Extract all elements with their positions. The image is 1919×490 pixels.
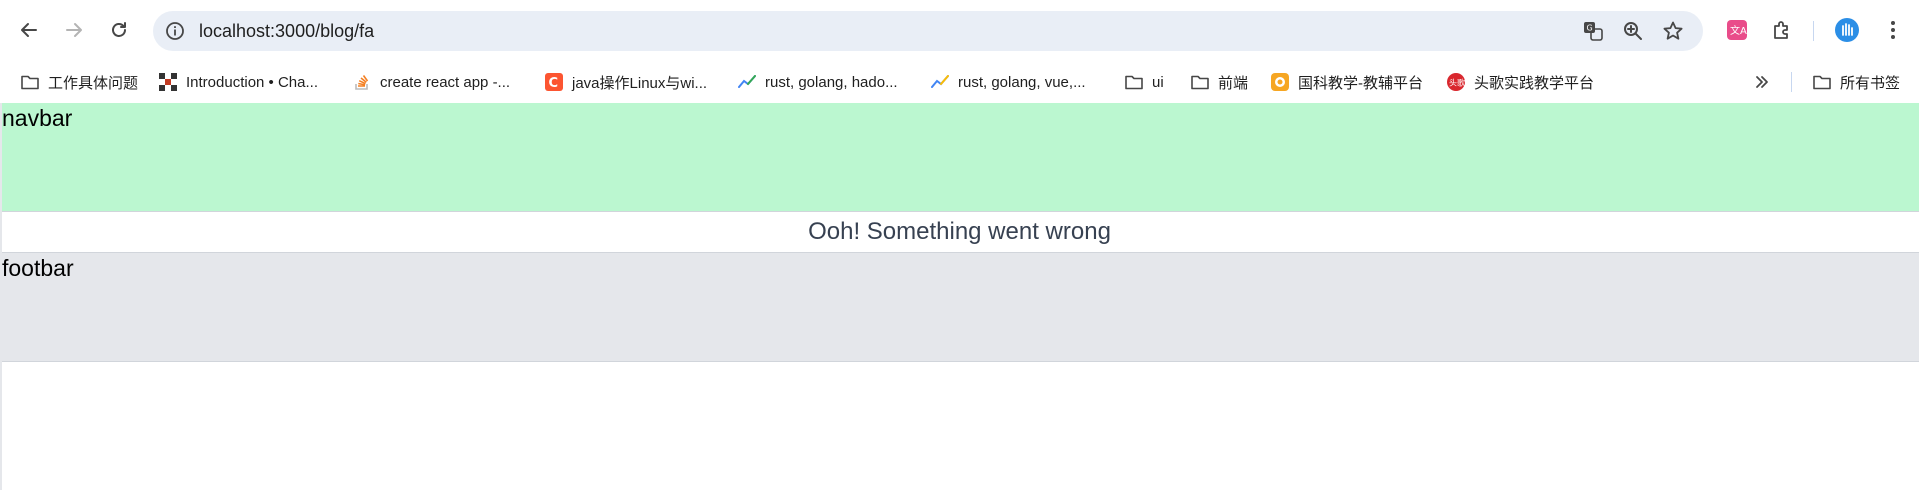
- bookmark-item[interactable]: create react app -...: [352, 67, 510, 97]
- navbar: navbar: [0, 103, 1919, 212]
- browser-chrome: localhost:3000/blog/fa G 文A 工作具体问题 Intro…: [0, 0, 1919, 103]
- bookmark-label: rust, golang, vue,...: [958, 73, 1086, 91]
- error-text: Ooh! Something went wrong: [808, 218, 1111, 245]
- address-bar[interactable]: localhost:3000/blog/fa G: [153, 11, 1703, 51]
- extensions-button[interactable]: [1769, 17, 1795, 43]
- puzzle-icon: [1774, 21, 1788, 39]
- stackoverflow-icon: [352, 72, 372, 92]
- svg-text:G: G: [1587, 24, 1593, 33]
- forward-button[interactable]: [57, 13, 91, 47]
- profile-button[interactable]: [1834, 17, 1860, 43]
- school-icon: [1270, 72, 1290, 92]
- translate-icon: G: [1584, 22, 1603, 41]
- star-icon: [1663, 21, 1683, 40]
- all-bookmarks-button[interactable]: 所有书签: [1812, 67, 1900, 97]
- back-button[interactable]: [12, 13, 46, 47]
- forward-arrow-icon: [66, 23, 82, 37]
- bookmark-item[interactable]: Introduction • Cha...: [158, 67, 318, 97]
- bookmark-item[interactable]: ui: [1124, 67, 1164, 97]
- zoom-in-icon: [1624, 22, 1642, 40]
- browser-toolbar: localhost:3000/blog/fa G 文A: [0, 0, 1919, 62]
- bookmark-label: java操作Linux与wi...: [572, 74, 708, 92]
- back-arrow-icon: [21, 23, 37, 37]
- bookmark-label: 国科教学-教辅平台: [1298, 74, 1423, 92]
- reload-icon: [112, 22, 126, 37]
- url-text[interactable]: localhost:3000/blog/fa: [199, 21, 374, 41]
- site-info-icon[interactable]: [165, 21, 185, 41]
- trend-icon: [930, 72, 950, 92]
- bookmark-label: 头歌实践教学平台: [1474, 74, 1595, 92]
- reload-button[interactable]: [102, 13, 136, 47]
- all-bookmarks-label: 所有书签: [1840, 74, 1901, 92]
- bookmark-label: 前端: [1218, 74, 1249, 92]
- avatar-icon: [1835, 18, 1859, 42]
- bookmark-item[interactable]: 前端: [1190, 67, 1248, 97]
- folder-icon: [1190, 72, 1210, 92]
- more-vertical-icon: [1891, 21, 1895, 39]
- browser-menu-button[interactable]: [1880, 17, 1906, 43]
- bookmark-label: 工作具体问题: [48, 74, 139, 92]
- bookmark-item[interactable]: C java操作Linux与wi...: [544, 67, 707, 97]
- trend-icon: [737, 72, 757, 92]
- toolbar-divider: [1813, 21, 1814, 41]
- bookmarks-bar: 工作具体问题 Introduction • Cha... create reac…: [0, 62, 1919, 103]
- bookmark-item[interactable]: rust, golang, hado...: [737, 67, 898, 97]
- bookmark-item[interactable]: 头歌 头歌实践教学平台: [1446, 67, 1594, 97]
- csdn-icon: C: [544, 72, 564, 92]
- folder-icon: [20, 72, 40, 92]
- translate-button[interactable]: G: [1581, 19, 1605, 43]
- translator-extension-button[interactable]: 文A: [1724, 17, 1750, 43]
- bookmark-item[interactable]: rust, golang, vue,...: [930, 67, 1086, 97]
- footbar-text: footbar: [2, 255, 74, 281]
- bookmark-star-button[interactable]: [1661, 19, 1685, 43]
- double-chevron-right-icon: [1752, 72, 1772, 92]
- folder-icon: [1812, 72, 1832, 92]
- site-favicon-icon: [158, 72, 178, 92]
- zoom-button[interactable]: [1621, 19, 1645, 43]
- navbar-text: navbar: [2, 105, 73, 131]
- error-message: Ooh! Something went wrong: [0, 212, 1919, 252]
- bookmarks-divider: [1791, 72, 1792, 92]
- bookmark-label: rust, golang, hado...: [765, 73, 898, 91]
- viewport-left-edge: [0, 103, 2, 490]
- touge-icon: 头歌: [1446, 72, 1466, 92]
- bookmark-item[interactable]: 工作具体问题: [20, 67, 138, 97]
- svg-text:文A: 文A: [1730, 24, 1747, 37]
- svg-text:头歌: 头歌: [1449, 78, 1465, 88]
- folder-icon: [1124, 72, 1144, 92]
- svg-text:C: C: [549, 76, 559, 91]
- bookmark-label: create react app -...: [380, 73, 511, 91]
- bookmarks-overflow-button[interactable]: [1752, 67, 1772, 97]
- bookmark-label: Introduction • Cha...: [186, 73, 318, 91]
- translator-extension-icon: 文A: [1727, 20, 1747, 40]
- footbar: footbar: [0, 252, 1919, 362]
- bookmark-label: ui: [1152, 73, 1164, 91]
- bookmark-item[interactable]: 国科教学-教辅平台: [1270, 67, 1423, 97]
- page-content: navbar Ooh! Something went wrong footbar: [0, 103, 1919, 490]
